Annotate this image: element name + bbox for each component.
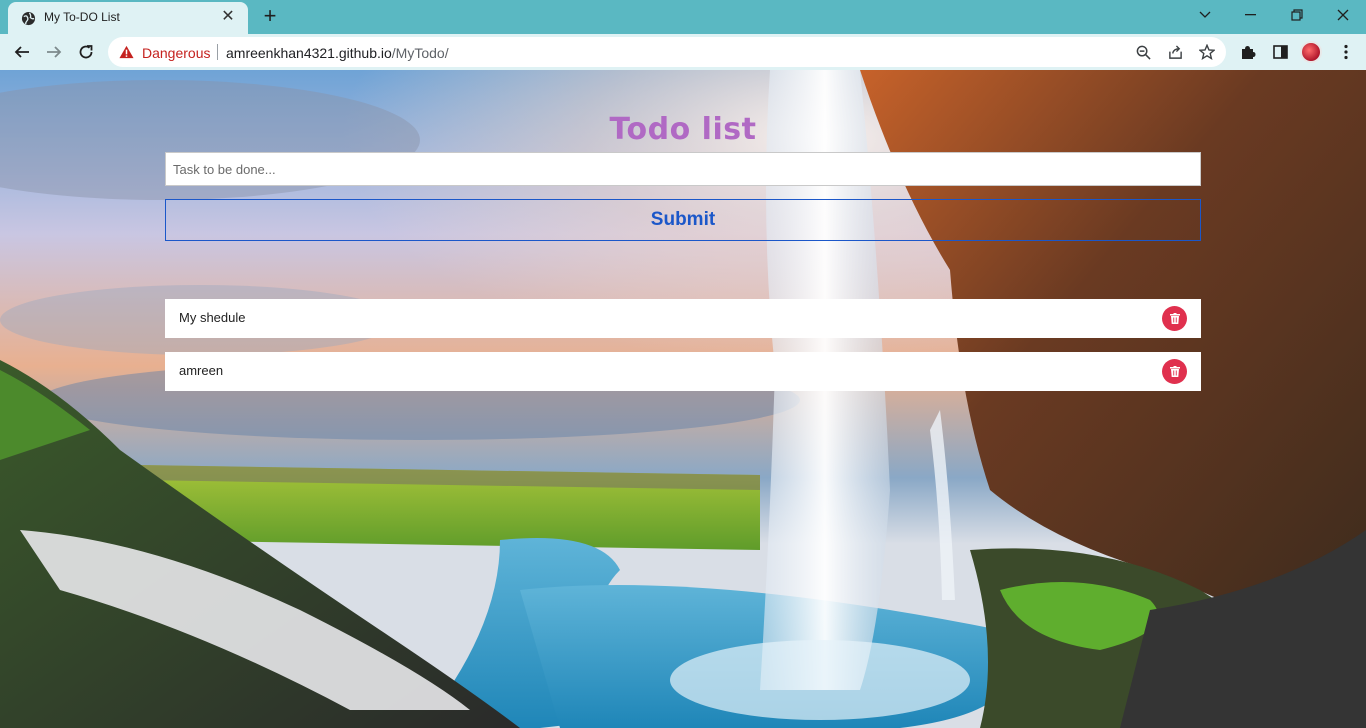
todo-text: My shedule	[179, 310, 246, 325]
minimize-icon[interactable]	[1228, 0, 1274, 30]
globe-icon	[21, 11, 36, 26]
security-status[interactable]: Dangerous	[142, 45, 211, 61]
delete-button[interactable]	[1162, 306, 1187, 331]
close-window-icon[interactable]	[1320, 0, 1366, 30]
avatar[interactable]	[1300, 41, 1322, 63]
tab-title: My To-DO List	[44, 10, 120, 24]
plus-icon[interactable]: +	[258, 5, 282, 29]
todo-text: amreen	[179, 363, 224, 378]
trash-icon	[1169, 366, 1180, 377]
chevron-down-icon[interactable]	[1182, 0, 1228, 30]
warning-triangle-icon	[119, 45, 134, 59]
more-vert-icon[interactable]	[1336, 42, 1356, 62]
task-input[interactable]	[165, 152, 1201, 186]
address-bar[interactable]: Dangerous amreenkhan4321.github.io/MyTod…	[108, 37, 1226, 67]
star-icon[interactable]	[1198, 43, 1216, 61]
url-text[interactable]: amreenkhan4321.github.io/MyTodo/	[226, 45, 449, 61]
list-item: My shedule	[165, 299, 1201, 338]
close-icon[interactable]: ✕	[220, 9, 236, 25]
page-title: Todo list	[609, 112, 757, 147]
side-panel-icon[interactable]	[1270, 42, 1290, 62]
browser-toolbar: Dangerous amreenkhan4321.github.io/MyTod…	[0, 34, 1366, 70]
puzzle-icon[interactable]	[1238, 42, 1258, 62]
page-viewport: Todo list Submit My shedule amreen	[0, 70, 1366, 728]
list-item: amreen	[165, 352, 1201, 391]
trash-icon	[1169, 313, 1180, 324]
zoom-out-icon[interactable]	[1134, 43, 1152, 61]
divider	[217, 44, 218, 60]
share-icon[interactable]	[1166, 43, 1184, 61]
arrow-left-icon[interactable]	[9, 39, 35, 65]
arrow-right-icon[interactable]	[41, 39, 67, 65]
browser-tab[interactable]: My To-DO List ✕	[8, 2, 248, 34]
browser-tab-strip: My To-DO List ✕ +	[0, 0, 1366, 34]
reload-icon[interactable]	[73, 39, 99, 65]
restore-icon[interactable]	[1274, 0, 1320, 30]
submit-button[interactable]: Submit	[165, 199, 1201, 241]
delete-button[interactable]	[1162, 359, 1187, 384]
